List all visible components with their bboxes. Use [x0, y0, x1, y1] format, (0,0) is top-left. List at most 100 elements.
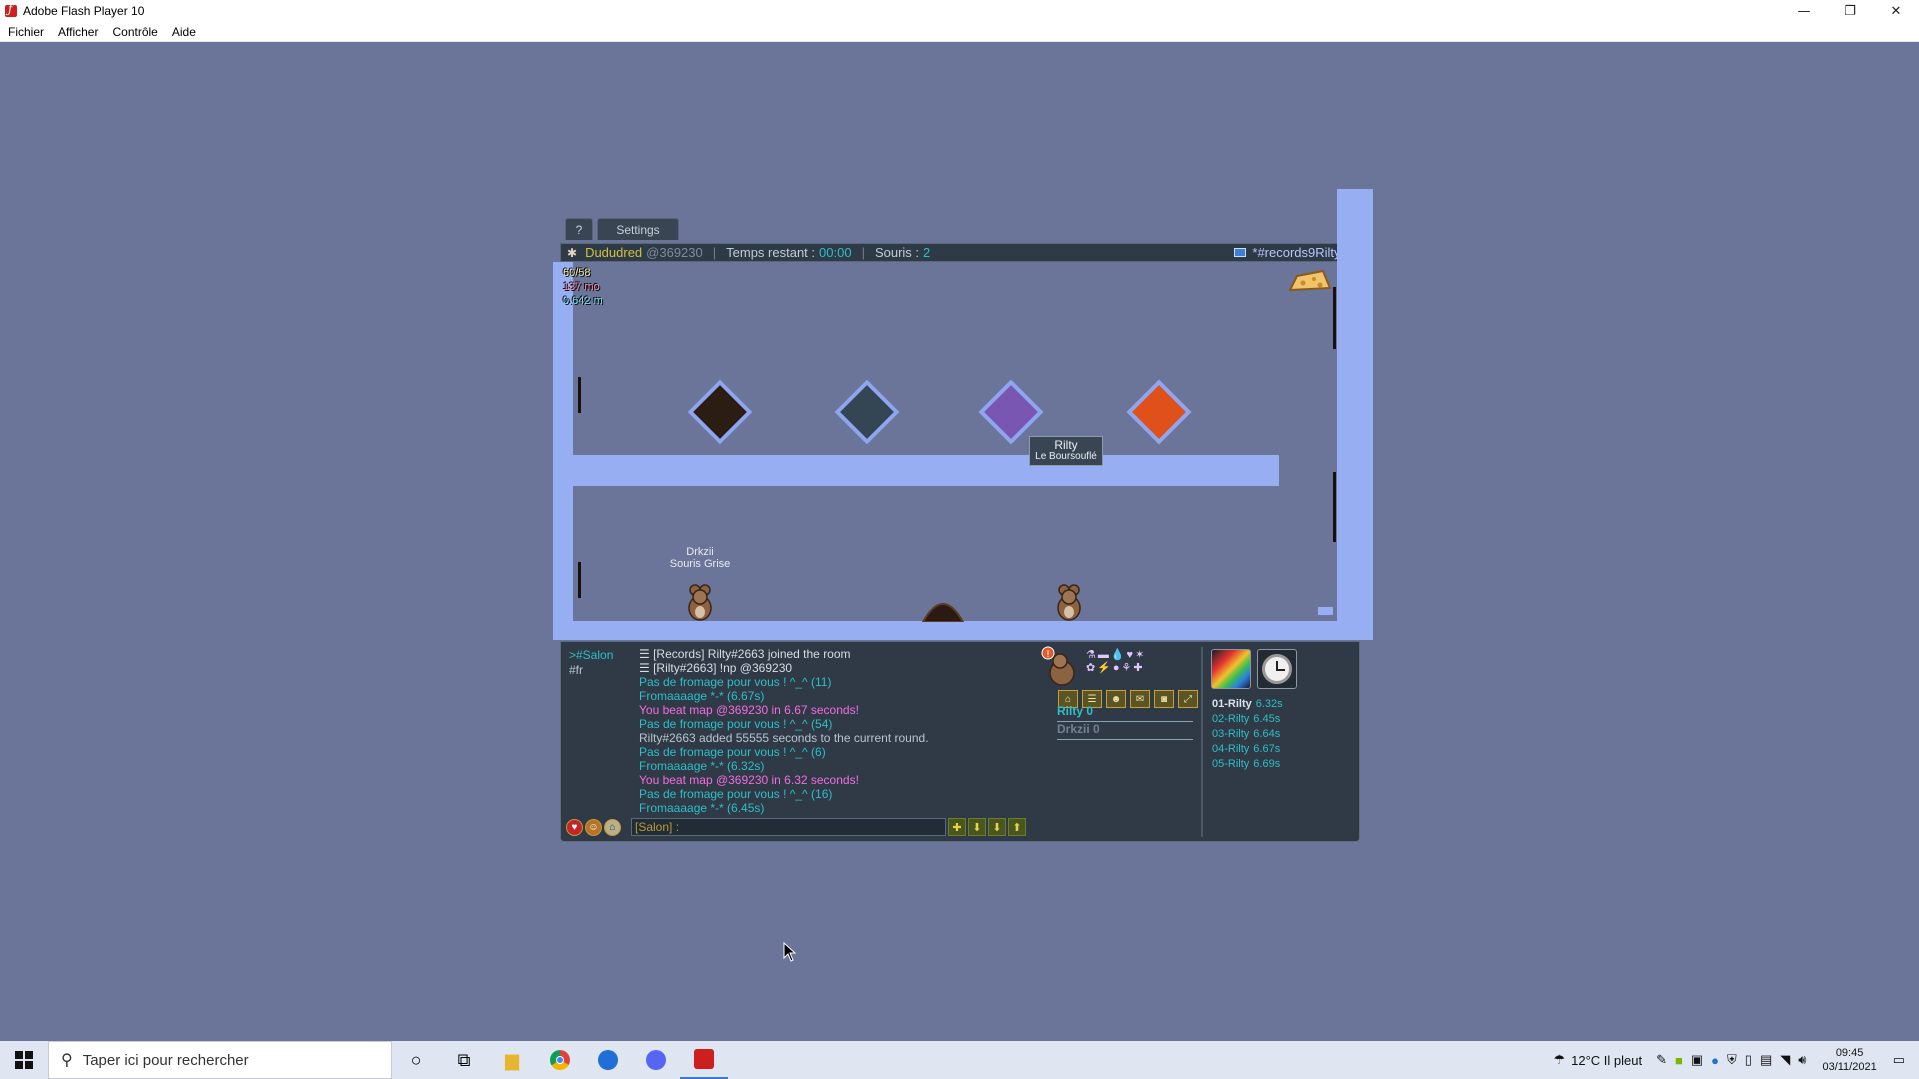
search-placeholder: Taper ici pour rechercher [82, 1051, 249, 1069]
mouse-icon: ✱ [567, 245, 578, 260]
arrow-plus-icon[interactable]: ✚ [948, 818, 966, 836]
records-list: 01-Rilty 6.32s 02-Rilty 6.45s 03-Rilty 6.64s 0… [1212, 697, 1283, 772]
timer-icon[interactable] [1257, 649, 1297, 689]
mice-count: 2 [923, 245, 931, 260]
record-rank: 04-Rilty [1212, 743, 1250, 755]
ground [553, 621, 1373, 640]
map-code[interactable]: @369230 [646, 245, 703, 260]
browser-icon[interactable] [584, 1041, 632, 1079]
rainbow-icon[interactable] [1211, 649, 1251, 689]
wall-mark [1333, 287, 1336, 349]
chat-message: Fromaaaage *-* (6.45s) [639, 801, 765, 815]
system-tray: ☂ 12°C Il pleut ✎ ■ ▣ ● ⛨ ▯ ▤ ◥ 🔊︎ 09:45… [1553, 1041, 1919, 1079]
file-explorer-icon[interactable]: ▆ [488, 1041, 536, 1079]
score-name: Drkzii [1057, 722, 1090, 736]
chrome-icon[interactable] [536, 1041, 584, 1079]
arrow-down-icon[interactable]: ⬇ [968, 818, 986, 836]
wall-mark [1333, 472, 1336, 542]
mouse-rilty-sprite[interactable] [1052, 582, 1086, 622]
nvidia-icon[interactable]: ■ [1675, 1053, 1683, 1068]
small-block [1318, 607, 1333, 615]
windows-start-icon[interactable] [0, 1041, 48, 1079]
task-view-icon[interactable]: ⧉ [440, 1041, 488, 1079]
notifications-icon[interactable]: ▭ [1893, 1052, 1905, 1068]
record-row: 03-Rilty 6.64s [1212, 727, 1283, 742]
right-wall [1337, 189, 1373, 640]
scoreboard: Rilty 0 Drkzii 0 [1057, 702, 1207, 740]
shaman-tools-icons[interactable]: ⚗▬💧♥✶ ✿⚡●⚘✚ [1086, 648, 1166, 674]
mouse-drkzii-sprite[interactable] [683, 582, 717, 622]
cortana-icon[interactable]: ○ [392, 1041, 440, 1079]
tray-app3-icon[interactable]: ▤ [1760, 1052, 1772, 1068]
network-icon[interactable]: ◥ [1780, 1052, 1790, 1068]
minimize-button[interactable]: — [1781, 0, 1827, 22]
chat-input[interactable]: [Salon] : [631, 818, 946, 836]
tray-app-icon[interactable]: ▣ [1691, 1052, 1703, 1068]
arrow-up-icon[interactable]: ⬆ [1008, 818, 1026, 836]
weather-text[interactable]: 12°C Il pleut [1571, 1053, 1642, 1068]
portal-diamond-slate [834, 379, 900, 445]
score-value: 0 [1086, 704, 1094, 718]
menu-aide[interactable]: Aide [166, 25, 202, 39]
map-area: Drkzii Souris Grise Rilty Le Boursouflé [553, 189, 1373, 640]
taskbar-clock[interactable]: 09:45 03/11/2021 [1822, 1046, 1876, 1074]
channel-fr[interactable]: #fr [569, 663, 613, 678]
volume-icon[interactable]: 🔊︎ [1798, 1052, 1806, 1068]
taskbar-search[interactable]: ⚲ Taper ici pour rechercher [48, 1041, 392, 1079]
panel-divider [1201, 647, 1203, 837]
portal-diamond-orange [1126, 379, 1192, 445]
menu-afficher[interactable]: Afficher [52, 25, 104, 39]
cursor-icon [783, 942, 797, 962]
record-time: 6.45s [1253, 713, 1281, 725]
heart-icon[interactable]: ♥ [566, 819, 583, 836]
chat-message: Rilty#2663 added 55555 seconds to the cu… [639, 731, 929, 745]
middle-platform [572, 455, 1279, 486]
house-icon[interactable]: ⌂ [604, 819, 621, 836]
chat-message: You beat map @369230 in 6.67 seconds! [639, 703, 859, 717]
restore-button[interactable]: ❐ [1827, 0, 1873, 22]
window-titlebar: Adobe Flash Player 10 — ❐ ✕ [0, 0, 1919, 22]
mouse-name: Rilty [1054, 438, 1078, 452]
menu-controle[interactable]: Contrôle [106, 25, 163, 39]
record-row: 02-Rilty 6.45s [1212, 712, 1283, 727]
emote-icon[interactable]: ☺ [585, 819, 602, 836]
security-icon[interactable]: ⛨ [1727, 1052, 1737, 1068]
tray-app2-icon[interactable]: ● [1711, 1053, 1719, 1068]
record-time: 6.32s [1255, 698, 1283, 710]
discord-taskbar-icon[interactable] [632, 1041, 680, 1079]
debug-stats: 60/58 137 mo 0.642 m [563, 266, 603, 308]
mouse-title: Souris Grise [669, 558, 731, 570]
close-button[interactable]: ✕ [1873, 0, 1919, 22]
battery-icon[interactable]: ▯ [1745, 1052, 1752, 1068]
room-flag-icon [1234, 248, 1247, 257]
window-title: Adobe Flash Player 10 [23, 4, 145, 18]
record-rank: 03-Rilty [1212, 728, 1250, 740]
weather-icon[interactable]: ☂ [1553, 1052, 1565, 1068]
flash-player-taskbar-icon[interactable] [680, 1041, 728, 1079]
score-row: Rilty 0 [1057, 702, 1193, 722]
menubar: Fichier Afficher Contrôle Aide [0, 22, 1919, 42]
chat-message: Fromaaaage *-* (6.67s) [639, 689, 765, 703]
record-time: 6.67s [1253, 743, 1281, 755]
clock-time: 09:45 [1835, 1047, 1864, 1059]
fps-counter: 60/58 [563, 267, 591, 279]
left-wall [553, 262, 573, 640]
arrow-down-green-icon[interactable]: ⬇ [988, 818, 1006, 836]
tab-help[interactable]: ? [565, 218, 593, 240]
mice-label: Souris : [874, 245, 920, 260]
record-time: 6.69s [1253, 758, 1281, 770]
tab-settings[interactable]: Settings [597, 218, 679, 240]
wall-mark [578, 377, 581, 413]
chat-log: ☰ [Records] Rilty#2663 joined the room ☰ … [639, 647, 1039, 815]
taskbar: ⚲ Taper ici pour rechercher ○ ⧉ ▆ ☂ 12°C… [0, 1041, 1919, 1079]
chat-message: Pas de fromage pour vous ! ^_^ (6) [639, 745, 826, 759]
record-row: 04-Rilty 6.67s [1212, 742, 1283, 757]
channel-salon[interactable]: >#Salon [569, 648, 613, 663]
pen-icon[interactable]: ✎ [1656, 1052, 1667, 1068]
portal-diamond-purple [978, 379, 1044, 445]
map-author[interactable]: Dududred [585, 245, 642, 260]
cheese-icon [1288, 269, 1332, 292]
menu-fichier[interactable]: Fichier [2, 25, 50, 39]
player-avatar[interactable]: ! [1040, 645, 1080, 687]
mouse-hole-icon [921, 603, 965, 622]
